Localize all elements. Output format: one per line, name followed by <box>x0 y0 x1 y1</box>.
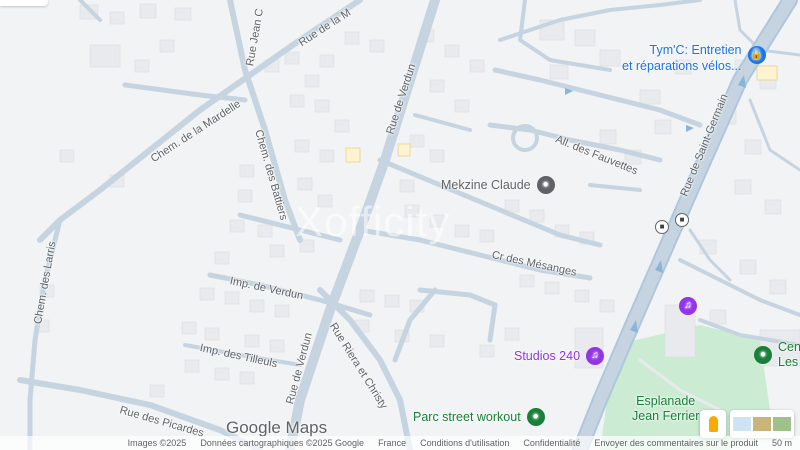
footer-country[interactable]: France <box>378 438 406 448</box>
poi-tymc[interactable]: Tym'C: Entretien et réparations vélos...… <box>622 42 766 74</box>
lock-bag-icon: 🔒 <box>747 46 766 64</box>
entertainment-icon: ♫ <box>679 297 697 315</box>
footer-feedback-link[interactable]: Envoyer des commentaires sur le produit <box>594 438 758 448</box>
footer-scale-label: 50 m <box>771 438 792 448</box>
poi-parc-street-workout[interactable]: Parc street workout ● <box>413 408 545 426</box>
poi-entertainment-unnamed[interactable]: ♫ <box>679 297 697 315</box>
watermark: Xofficity <box>295 198 451 245</box>
poi-esplanade-line2: Jean Ferrier <box>632 409 700 423</box>
footer-privacy-link[interactable]: Confidentialité <box>523 438 580 448</box>
poi-centre-line1: Cen <box>778 340 800 354</box>
poi-studios-name: Studios 240 <box>514 349 581 363</box>
poi-mekzine-name: Mekzine Claude <box>441 178 531 192</box>
poi-centre[interactable]: ● Cen Les <box>754 340 800 370</box>
poi-studios-240[interactable]: Studios 240 ♫ <box>514 347 605 365</box>
top-left-control-stub <box>0 0 48 6</box>
bus-stop-icon[interactable]: ■ <box>675 213 689 227</box>
google-maps-logo: Google Maps <box>226 418 328 437</box>
footer-images: Images ©2025 <box>127 438 187 448</box>
footer-terms-link[interactable]: Conditions d'utilisation <box>420 438 509 448</box>
poi-mekzine-claude[interactable]: Mekzine Claude ● <box>441 176 555 194</box>
poi-tymc-name-line1: Tym'C: Entretien <box>649 43 742 57</box>
park-pin-icon: ● <box>526 408 545 426</box>
street-view-icon[interactable] <box>700 410 726 438</box>
poi-parc-name: Parc street workout <box>413 410 521 424</box>
park-pin-icon: ● <box>754 346 772 364</box>
map-footer: Images ©2025 Données cartographiques ©20… <box>0 436 800 450</box>
bus-stop-icon[interactable]: ■ <box>655 220 669 234</box>
poi-tymc-name-line2: et réparations vélos... <box>622 59 742 73</box>
poi-esplanade-jean-ferrier[interactable]: Esplanade Jean Ferrier <box>632 394 699 424</box>
place-pin-icon: ● <box>536 176 555 194</box>
poi-centre-line2: Les <box>778 355 799 369</box>
entertainment-icon: ♫ <box>586 347 605 365</box>
poi-esplanade-line1: Esplanade <box>636 394 696 408</box>
map-canvas[interactable]: Rue de la M Rue Jean C Chem. de la Marde… <box>0 0 800 450</box>
layers-icon[interactable] <box>730 410 794 438</box>
footer-map-data: Données cartographiques ©2025 Google <box>200 438 365 448</box>
bus-icon: ■ <box>655 220 669 234</box>
bus-icon: ■ <box>675 213 689 227</box>
